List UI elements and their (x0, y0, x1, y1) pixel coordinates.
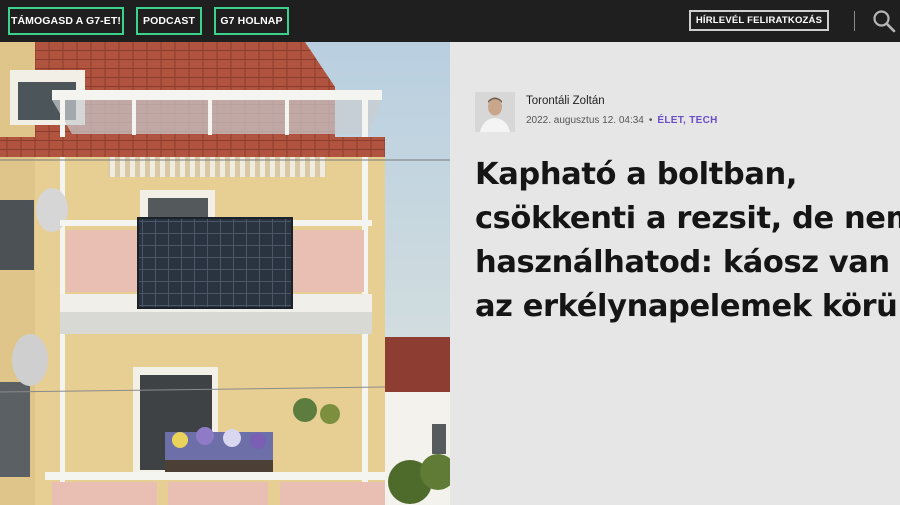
newsletter-subscribe-button[interactable]: HÍRLEVÉL FELIRATKOZÁS (689, 10, 829, 31)
headline-line: csökkenti a rezsit, de nem (475, 201, 900, 236)
support-g7-button[interactable]: TÁMOGASD A G7-ET! (8, 7, 124, 35)
g7-holnap-button[interactable]: G7 HOLNAP (214, 7, 289, 35)
article-meta: 2022. augusztus 12. 04:34 • ÉLET, TECH (526, 115, 718, 126)
author-avatar[interactable] (475, 92, 515, 132)
search-icon[interactable] (872, 9, 896, 33)
nav-divider (854, 11, 855, 31)
top-navigation-bar: TÁMOGASD A G7-ET! PODCAST G7 HOLNAP HÍRL… (0, 0, 900, 42)
author-name-link[interactable]: Torontáli Zoltán (526, 95, 605, 107)
headline-line: használhatod: káosz van (475, 245, 890, 280)
headline-line: az erkélynapelemek körül (475, 289, 900, 324)
category-link[interactable]: ÉLET, TECH (657, 115, 717, 126)
article-panel: Torontáli Zoltán 2022. augusztus 12. 04:… (450, 42, 900, 505)
podcast-button[interactable]: PODCAST (136, 7, 202, 35)
hero-image-balcony-solar-panel[interactable] (0, 42, 450, 505)
article-headline[interactable]: Kapható a boltban, csökkenti a rezsit, d… (475, 153, 900, 329)
headline-line: Kapható a boltban, (475, 157, 798, 192)
meta-separator: • (648, 115, 653, 126)
publish-date: 2022. augusztus 12. 04:34 (526, 115, 644, 126)
